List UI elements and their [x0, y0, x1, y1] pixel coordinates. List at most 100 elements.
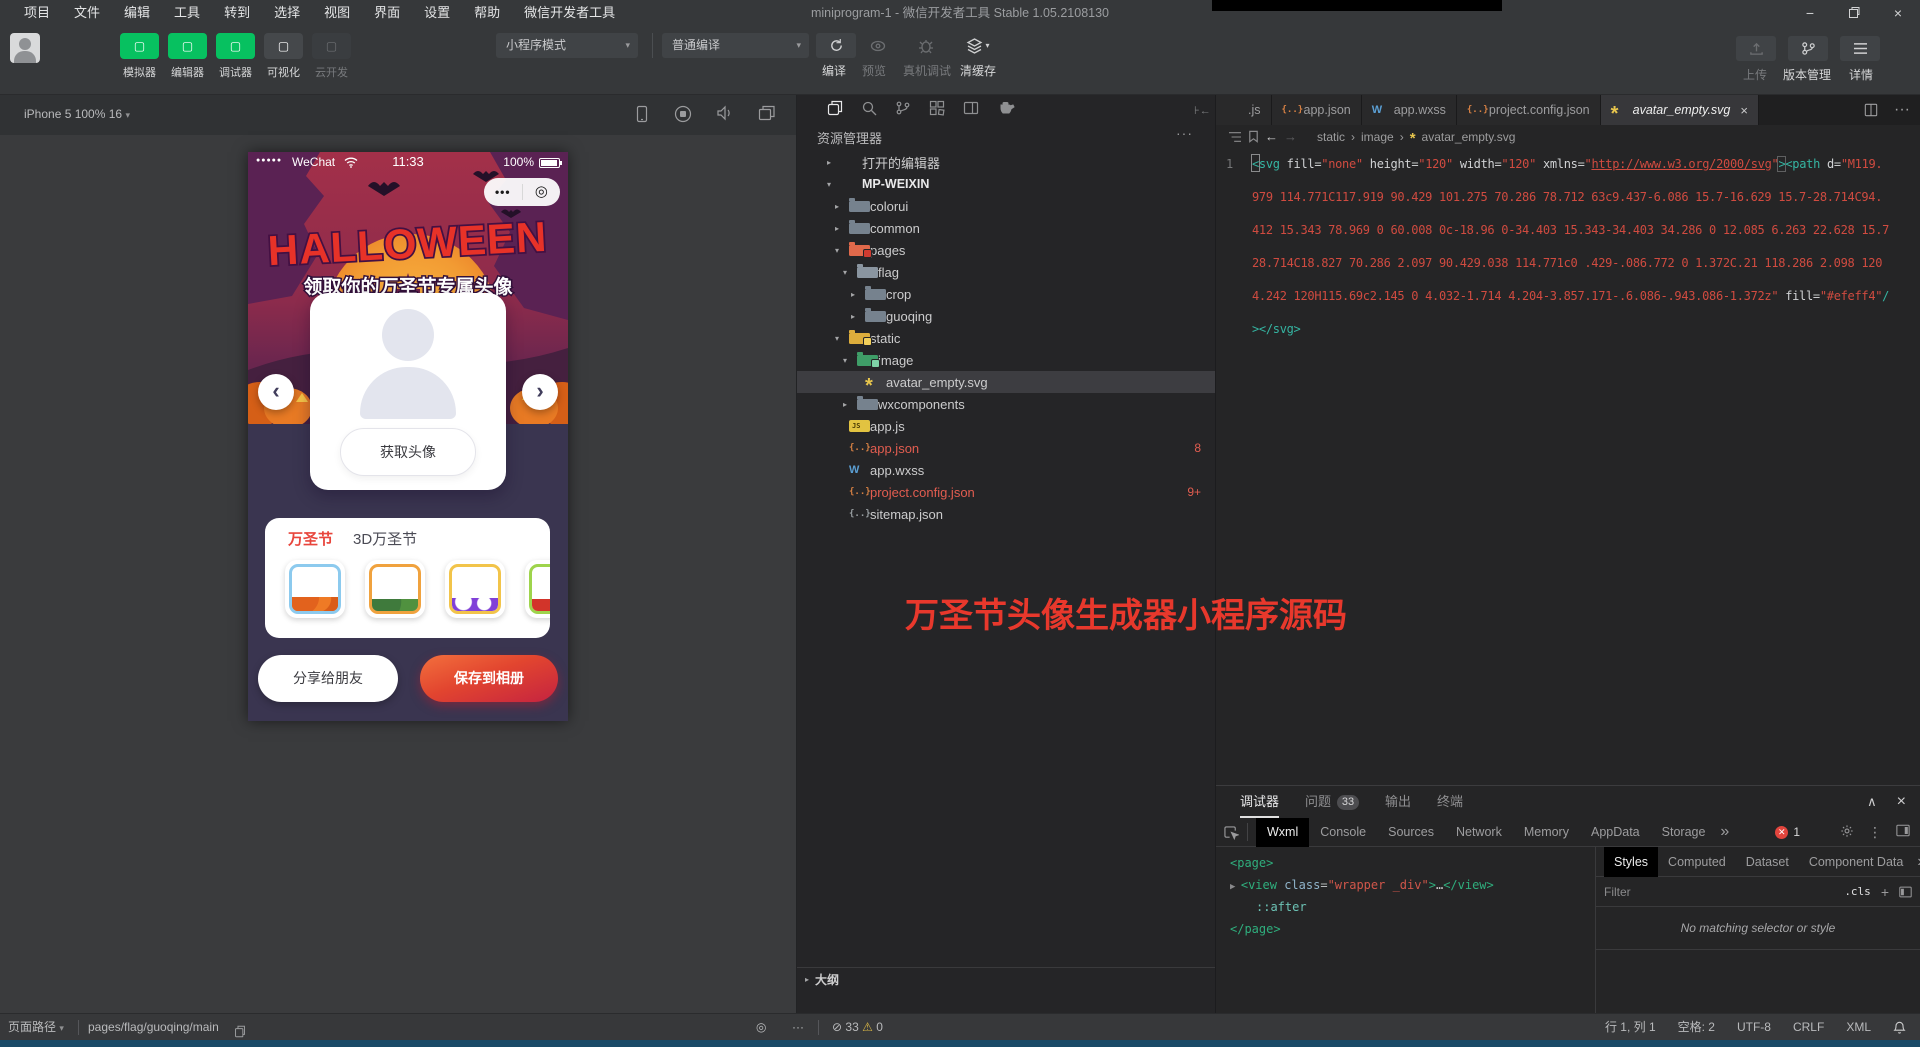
notifications-bell-icon[interactable] [1893, 1021, 1906, 1035]
devtools-settings-icon[interactable] [1840, 824, 1854, 841]
tab-scroll-left-icon[interactable]: ⊦← [1194, 104, 1211, 117]
outline-list-icon[interactable] [1228, 131, 1242, 143]
close-tab-icon[interactable]: × [1740, 103, 1748, 118]
tab-debugger[interactable]: 调试器 [1240, 786, 1279, 818]
breadcrumb-file[interactable]: avatar_empty.svg [1422, 130, 1516, 144]
explorer-more-icon[interactable]: ··· [1176, 125, 1193, 141]
save-to-album-button[interactable]: 保存到相册 [420, 655, 558, 702]
tree-row[interactable]: ▸ wxcomponents [797, 393, 1215, 415]
styles-tab[interactable]: Styles [1604, 847, 1658, 877]
dock-side-icon[interactable] [1896, 824, 1910, 840]
menu-item[interactable]: 文件 [62, 0, 112, 26]
user-avatar[interactable] [10, 33, 40, 63]
menu-item[interactable]: 设置 [412, 0, 462, 26]
tree-row[interactable]: app.json 8 [797, 437, 1215, 459]
forward-icon[interactable]: → [1284, 129, 1297, 144]
devtools-tab[interactable]: Sources [1377, 818, 1445, 847]
tab-output[interactable]: 输出 [1385, 786, 1411, 818]
git-icon[interactable] [895, 100, 911, 121]
inspect-element-icon[interactable] [1224, 825, 1239, 840]
upload-button[interactable] [1736, 36, 1776, 61]
statusbar-info-item[interactable]: XML [1846, 1014, 1871, 1041]
tree-row[interactable]: ▾ MP-WEIXIN [797, 173, 1215, 195]
more-tabs-icon[interactable]: » [1720, 823, 1729, 841]
prev-frame-button[interactable]: ‹ [258, 374, 294, 410]
close-panel-icon[interactable]: × [1897, 793, 1906, 811]
wxml-tree[interactable]: <page> ▶ <view class="wrapper _div">…</v… [1216, 847, 1595, 1013]
menu-item[interactable]: 转到 [212, 0, 262, 26]
statusbar-info-item[interactable]: CRLF [1793, 1014, 1824, 1041]
mode-select[interactable]: 小程序模式 ▾ [496, 33, 638, 58]
tree-row[interactable]: ▾ static [797, 327, 1215, 349]
tree-row[interactable]: project.config.json 9+ [797, 481, 1215, 503]
error-counter[interactable]: ⊘ 33 ⚠ 0 [832, 1014, 883, 1041]
tree-row[interactable]: app.wxss [797, 459, 1215, 481]
console-error-badge[interactable]: ✕ 1 [1775, 825, 1800, 839]
watch-icon[interactable]: ◎ [756, 1014, 766, 1041]
get-avatar-button[interactable]: 获取头像 [340, 428, 476, 476]
page-path-value[interactable]: pages/flag/guoqing/main [88, 1014, 219, 1041]
tree-row[interactable]: ▾ flag [797, 261, 1215, 283]
menu-item[interactable]: 项目 [12, 0, 62, 26]
mode-button[interactable]: ▢ 模拟器 [120, 33, 159, 80]
toggle-class-button[interactable]: .cls [1844, 885, 1871, 898]
multi-window-icon[interactable] [758, 105, 776, 121]
device-selector[interactable]: iPhone 5 100% 16 ▾ [24, 107, 130, 121]
tree-row[interactable]: ▾ pages [797, 239, 1215, 261]
tree-row[interactable]: ▾ image [797, 349, 1215, 371]
editor-more-icon[interactable]: ··· [1894, 101, 1910, 119]
version-button[interactable] [1788, 36, 1828, 61]
styles-filter-input[interactable] [1604, 885, 1844, 899]
frame-thumbnail[interactable] [445, 560, 505, 618]
record-icon[interactable] [674, 105, 692, 123]
editor-tab[interactable]: .js [1216, 95, 1272, 125]
mode-button[interactable]: ▢ 可视化 [264, 33, 303, 80]
tab-3d-halloween[interactable]: 3D万圣节 [353, 528, 417, 549]
teapot-icon[interactable] [997, 100, 1015, 120]
clear-cache-button[interactable]: ▾ [954, 33, 1002, 58]
tree-row[interactable]: ▸ crop [797, 283, 1215, 305]
toggle-sidebar-icon[interactable] [1899, 886, 1912, 898]
remote-debug-button[interactable] [906, 33, 946, 58]
split-editor-icon[interactable] [1864, 103, 1878, 117]
compile-select[interactable]: 普通编译 ▾ [662, 33, 809, 58]
styles-tab[interactable]: Computed [1658, 847, 1736, 877]
statusbar-info-item[interactable]: UTF-8 [1737, 1014, 1771, 1041]
menu-item[interactable]: 选择 [262, 0, 312, 26]
menu-item[interactable]: 视图 [312, 0, 362, 26]
styles-tab[interactable]: Dataset [1736, 847, 1799, 877]
back-icon[interactable]: ← [1265, 129, 1278, 144]
collapse-panel-icon[interactable]: ∧ [1867, 794, 1877, 810]
minimize-button[interactable]: − [1788, 0, 1832, 26]
frame-thumbnail[interactable] [365, 560, 425, 618]
editor-tab[interactable]: project.config.json [1457, 95, 1601, 125]
styles-tab[interactable]: Component Data [1799, 847, 1914, 877]
menu-item[interactable]: 编辑 [112, 0, 162, 26]
statusbar-info-item[interactable]: 空格: 2 [1678, 1014, 1715, 1041]
menu-item[interactable]: 微信开发者工具 [512, 0, 627, 26]
tree-row[interactable]: ▸ colorui [797, 195, 1215, 217]
code-editor[interactable]: 1<svg fill="none" height="120" width="12… [1216, 148, 1920, 346]
tab-problems[interactable]: 问题33 [1305, 786, 1359, 818]
rotate-device-icon[interactable] [634, 105, 650, 123]
menu-item[interactable]: 工具 [162, 0, 212, 26]
devtools-tab[interactable]: Storage [1651, 818, 1717, 847]
split-editor-icon[interactable] [963, 100, 979, 121]
plugins-icon[interactable] [929, 100, 945, 121]
editor-tab[interactable]: avatar_empty.svg × [1601, 95, 1759, 125]
capsule-exit-icon[interactable]: ◎ [523, 178, 561, 206]
details-button[interactable] [1840, 36, 1880, 61]
devtools-tab[interactable]: Network [1445, 818, 1513, 847]
outline-section[interactable]: ▸ 大纲 [797, 967, 1215, 990]
tree-row[interactable]: ▸ common [797, 217, 1215, 239]
statusbar-more-icon[interactable]: ··· [792, 1014, 804, 1041]
mode-button[interactable]: ▢ 调试器 [216, 33, 255, 80]
devtools-tab[interactable]: Wxml [1256, 818, 1309, 847]
tree-row[interactable]: ▸ guoqing [797, 305, 1215, 327]
editor-tab[interactable]: app.wxss [1362, 95, 1457, 125]
frame-thumbnail[interactable] [285, 560, 345, 618]
breadcrumb-folder[interactable]: static [1317, 130, 1345, 144]
devtools-tab[interactable]: AppData [1580, 818, 1651, 847]
menu-item[interactable]: 帮助 [462, 0, 512, 26]
search-icon[interactable] [861, 100, 877, 121]
